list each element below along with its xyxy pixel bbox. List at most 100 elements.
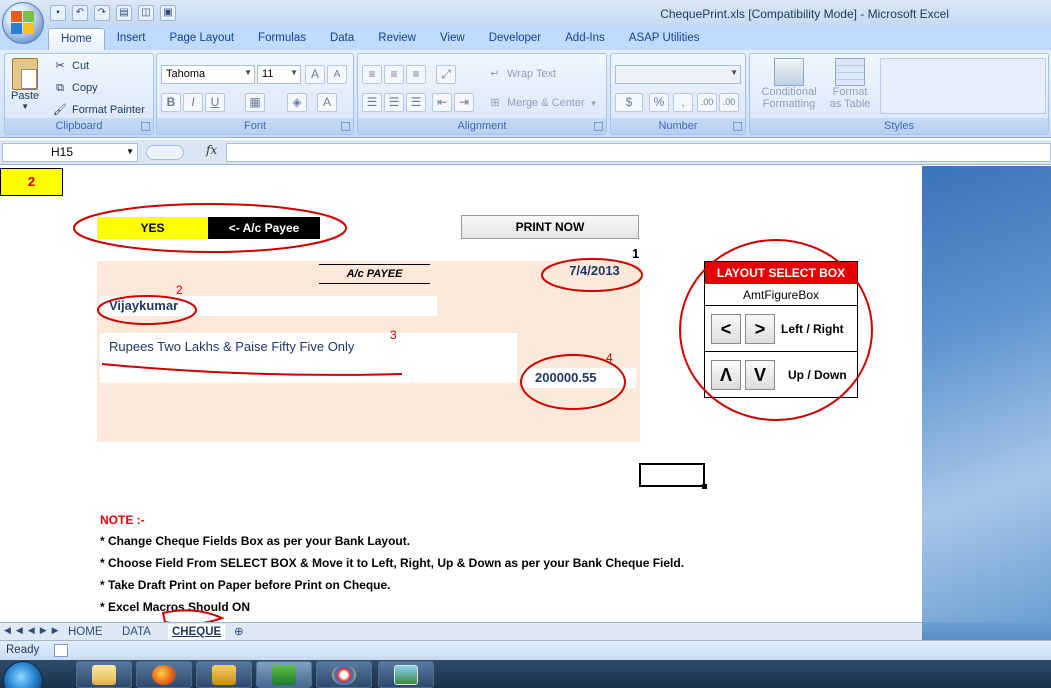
underline-button[interactable]: U	[205, 93, 225, 112]
fill-color-button[interactable]: ◈	[287, 93, 307, 112]
move-right-button[interactable]: >	[745, 314, 775, 344]
grow-font-button[interactable]: A	[305, 65, 325, 84]
percent-button[interactable]: %	[649, 93, 669, 112]
macro-record-icon[interactable]	[54, 644, 68, 657]
left-right-row: < > Left / Right	[705, 306, 857, 352]
font-dialog-launcher[interactable]	[341, 122, 350, 131]
decrease-indent-button[interactable]: ⇤	[432, 93, 452, 112]
increase-decimal-button[interactable]: .00	[697, 93, 717, 112]
tools-taskbar-item[interactable]	[196, 661, 252, 688]
paintbrush-icon: 🖌	[53, 104, 67, 116]
align-middle-button[interactable]: ≡	[384, 65, 404, 84]
alignment-label: Alignment	[358, 118, 606, 134]
align-left-button[interactable]: ☰	[362, 93, 382, 112]
print-now-button[interactable]: PRINT NOW	[461, 215, 639, 239]
paste-button[interactable]: Paste ▼	[11, 58, 39, 111]
selected-field-dropdown[interactable]: AmtFigureBox	[705, 284, 857, 306]
tab-add-ins[interactable]: Add-Ins	[553, 28, 617, 50]
alignment-dialog-launcher[interactable]	[594, 122, 603, 131]
sheet-tab-bar: ◀◀◀▶▶ HOME DATA CHEQUE ⊕	[0, 622, 922, 640]
tab-developer[interactable]: Developer	[477, 28, 553, 50]
sheet-tab-cheque[interactable]: CHEQUE	[168, 624, 226, 640]
tab-asap-utilities[interactable]: ASAP Utilities	[617, 28, 712, 50]
tab-data[interactable]: Data	[318, 28, 366, 50]
sheet-nav-arrows[interactable]: ◀◀◀▶▶	[4, 625, 64, 636]
picture-icon	[394, 664, 418, 685]
font-color-button[interactable]: A	[317, 93, 337, 112]
clipboard-dialog-launcher[interactable]	[141, 122, 150, 131]
annotation-label-2: 2	[176, 283, 183, 297]
title-bar: ▪ ↶ ↷ ▤ ◫ ▣ ChequePrint.xls [Compatibili…	[0, 0, 1051, 28]
annotation-label-3: 3	[390, 328, 397, 342]
cheque-date-field[interactable]: 7/4/2013	[549, 261, 640, 281]
worksheet[interactable]: 2 YES <- A/c Payee PRINT NOW 1 A/c PAYEE…	[0, 166, 922, 622]
tab-view[interactable]: View	[428, 28, 477, 50]
window-title: ChequePrint.xls [Compatibility Mode] - M…	[660, 7, 949, 21]
move-up-button[interactable]: Λ	[711, 360, 741, 390]
cheque-layout: A/c PAYEE 7/4/2013 Vijaykumar Rupees Two…	[97, 261, 640, 442]
formula-input[interactable]	[226, 143, 1051, 162]
format-as-table-button[interactable]: Format as Table	[824, 58, 876, 110]
orientation-button[interactable]: ⤢	[436, 65, 456, 84]
decrease-decimal-button[interactable]: .00	[719, 93, 739, 112]
counter-cell[interactable]: 2	[0, 168, 63, 196]
palette-icon	[332, 664, 356, 685]
move-down-button[interactable]: V	[745, 360, 775, 390]
number-format-combo[interactable]: ▼	[615, 65, 741, 84]
excel-icon	[272, 664, 296, 685]
excel-taskbar-item[interactable]	[256, 661, 312, 688]
cell-styles-gallery[interactable]	[880, 58, 1046, 114]
align-top-button[interactable]: ≡	[362, 65, 382, 84]
borders-button[interactable]: ▦	[245, 93, 265, 112]
cut-button[interactable]: ✂ Cut	[53, 59, 89, 73]
italic-button[interactable]: I	[183, 93, 203, 112]
tab-insert[interactable]: Insert	[105, 28, 158, 50]
ac-payee-toggle[interactable]: YES	[97, 217, 208, 239]
conditional-formatting-button[interactable]: Conditional Formatting	[756, 58, 822, 110]
insert-function-button[interactable]: fx	[144, 143, 226, 162]
move-left-button[interactable]: <	[711, 314, 741, 344]
comma-button[interactable]: ,	[673, 93, 693, 112]
format-painter-button[interactable]: 🖌 Format Painter	[53, 103, 145, 117]
shrink-font-button[interactable]: A	[327, 65, 347, 84]
payee-name-field[interactable]: Vijaykumar	[100, 296, 437, 316]
start-button[interactable]	[3, 661, 43, 688]
layout-select-title: LAYOUT SELECT BOX	[705, 262, 857, 284]
styles-group: Conditional Formatting Format as Table S…	[749, 53, 1049, 135]
tab-review[interactable]: Review	[366, 28, 428, 50]
font-name-combo[interactable]: Tahoma ▼	[161, 65, 255, 84]
increase-indent-button[interactable]: ⇥	[454, 93, 474, 112]
insert-sheet-icon[interactable]: ⊕	[234, 624, 244, 640]
tab-home[interactable]: Home	[48, 28, 105, 50]
paint-taskbar-item[interactable]	[316, 661, 372, 688]
fill-handle[interactable]	[702, 484, 707, 489]
sheet-tab-home[interactable]: HOME	[68, 624, 103, 640]
status-bar: Ready	[0, 640, 1051, 660]
firefox-taskbar-item[interactable]	[136, 661, 192, 688]
active-cell-h15[interactable]	[639, 463, 705, 487]
ribbon-tabs: Home Insert Page Layout Formulas Data Re…	[0, 28, 1051, 50]
explorer-taskbar-item[interactable]	[76, 661, 132, 688]
status-text: Ready	[6, 644, 40, 656]
amount-figure-field[interactable]: 200000.55	[521, 368, 636, 388]
wrap-text-button[interactable]: ↵ Wrap Text	[488, 67, 556, 81]
sheet-tab-data[interactable]: DATA	[122, 624, 151, 640]
tab-page-layout[interactable]: Page Layout	[157, 28, 246, 50]
image-viewer-taskbar-item[interactable]	[378, 661, 434, 688]
amount-words-field[interactable]: Rupees Two Lakhs & Paise Fifty Five Only	[100, 333, 517, 383]
copy-button[interactable]: ⧉ Copy	[53, 81, 98, 95]
align-center-button[interactable]: ☰	[384, 93, 404, 112]
ac-payee-label: <- A/c Payee	[208, 217, 320, 239]
office-button[interactable]	[2, 2, 44, 44]
merge-center-button[interactable]: ⊞ Merge & Center ▼	[488, 96, 597, 110]
number-dialog-launcher[interactable]	[733, 122, 742, 131]
firefox-icon	[152, 664, 176, 685]
align-bottom-button[interactable]: ≡	[406, 65, 426, 84]
align-right-button[interactable]: ☰	[406, 93, 426, 112]
bold-button[interactable]: B	[161, 93, 181, 112]
currency-button[interactable]: $	[615, 93, 643, 112]
tab-formulas[interactable]: Formulas	[246, 28, 318, 50]
name-box[interactable]: H15 ▼	[2, 143, 138, 162]
font-size-combo[interactable]: 11 ▼	[257, 65, 301, 84]
desktop-background	[922, 166, 1051, 622]
